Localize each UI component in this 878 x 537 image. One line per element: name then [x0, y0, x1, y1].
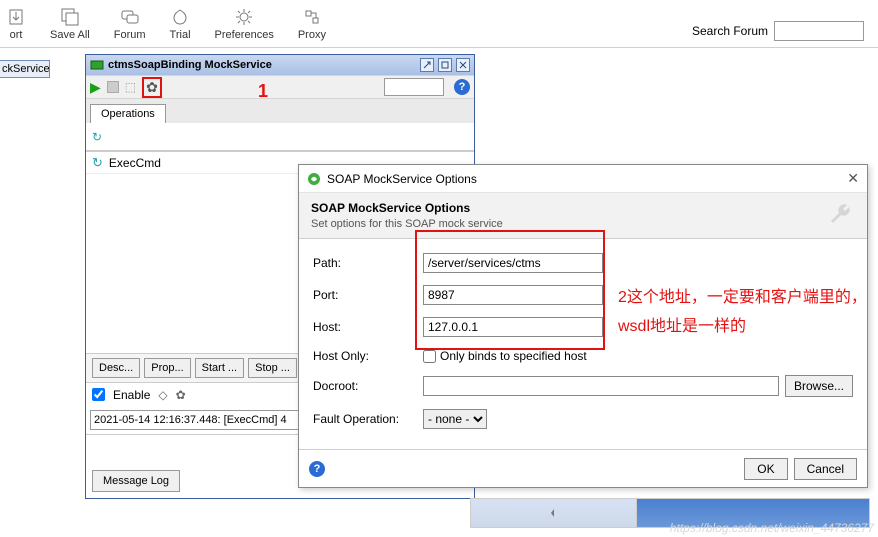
options-button[interactable]: ✿: [142, 77, 162, 98]
hostonly-label: Host Only:: [313, 349, 423, 363]
wrench-icon: [827, 201, 855, 229]
close-button[interactable]: [456, 58, 470, 72]
search-forum: Search Forum: [692, 21, 872, 41]
ok-button[interactable]: OK: [744, 458, 787, 480]
hostonly-text: Only binds to specified host: [440, 349, 587, 363]
hostonly-checkbox[interactable]: [423, 350, 436, 363]
link-icon[interactable]: ⬚: [125, 80, 136, 94]
help-button[interactable]: ?: [454, 79, 470, 95]
filter-input[interactable]: [384, 78, 444, 96]
import-icon: [6, 7, 26, 27]
dialog-subhead: Set options for this SOAP mock service: [311, 218, 827, 230]
ops-toolbar: ↻: [86, 123, 474, 151]
toolbar-trial[interactable]: Trial: [170, 7, 191, 41]
enable-label: Enable: [113, 388, 150, 402]
tree-fragment[interactable]: ckService: [0, 60, 50, 78]
dialog-footer: ? OK Cancel: [299, 449, 867, 487]
maximize-button[interactable]: [438, 58, 452, 72]
port-input[interactable]: [423, 285, 603, 305]
fault-select[interactable]: - none -: [423, 409, 487, 429]
toolbar-proxy[interactable]: Proxy: [298, 7, 326, 41]
forum-icon: [120, 7, 140, 27]
trial-icon: [170, 7, 190, 27]
toolbar-preferences[interactable]: Preferences: [215, 7, 274, 41]
message-log-button[interactable]: Message Log: [92, 470, 180, 492]
prop-button[interactable]: Prop...: [144, 358, 190, 378]
port-label: Port:: [313, 288, 423, 302]
dialog-body: Path: Port: Host: Host Only: Only binds t…: [299, 239, 867, 449]
dialog-header: SOAP MockService Options Set options for…: [299, 193, 867, 239]
refresh-icon: ↻: [92, 155, 103, 171]
dialog-title: SOAP MockService Options: [327, 172, 477, 186]
run-button[interactable]: ▶: [90, 79, 101, 96]
soapui-icon: [307, 172, 321, 186]
desc-button[interactable]: Desc...: [92, 358, 140, 378]
watermark: https://blog.csdn.net/weixin_44736277: [670, 521, 874, 535]
refresh-icon[interactable]: ↻: [92, 130, 102, 144]
annotation-2: 2这个地址，一定要和客户端里的，wsdl地址是一样的: [618, 284, 868, 342]
path-input[interactable]: [423, 253, 603, 273]
annotation-1: 1: [258, 81, 268, 102]
gear-icon: [234, 7, 254, 27]
detach-button[interactable]: [420, 58, 434, 72]
path-label: Path:: [313, 256, 423, 270]
toolbar-save-all[interactable]: Save All: [50, 7, 90, 41]
stop-button[interactable]: Stop ...: [248, 358, 297, 378]
operation-name: ExecCmd: [109, 156, 161, 170]
enable-checkbox[interactable]: [92, 388, 105, 401]
search-label: Search Forum: [692, 24, 768, 38]
dialog-head: SOAP MockService Options: [311, 201, 827, 215]
tabs: Operations: [86, 99, 474, 123]
bottom-seg-left[interactable]: [471, 499, 637, 527]
host-label: Host:: [313, 320, 423, 334]
eraser-icon[interactable]: ◇: [158, 388, 167, 402]
mockservice-toolbar: ▶ ⬚ ✿ ?: [86, 75, 474, 99]
start-button[interactable]: Start ...: [195, 358, 244, 378]
host-input[interactable]: [423, 317, 603, 337]
window-titlebar: ctmsSoapBinding MockService: [86, 55, 474, 75]
cancel-button[interactable]: Cancel: [794, 458, 857, 480]
proxy-icon: [302, 7, 322, 27]
browse-button[interactable]: Browse...: [785, 375, 853, 397]
docroot-label: Docroot:: [313, 379, 423, 393]
toolbar-forum[interactable]: Forum: [114, 7, 146, 41]
fault-label: Fault Operation:: [313, 412, 423, 426]
docroot-input[interactable]: [423, 376, 779, 396]
close-icon[interactable]: ✕: [847, 170, 859, 187]
dialog-titlebar: SOAP MockService Options ✕: [299, 165, 867, 193]
toolbar-import[interactable]: ort: [6, 7, 26, 41]
tab-operations[interactable]: Operations: [90, 104, 166, 123]
mockservice-icon: [90, 58, 104, 72]
stop-button[interactable]: [107, 81, 119, 93]
settings-icon[interactable]: ✿: [176, 388, 186, 402]
save-all-icon: [60, 7, 80, 27]
window-title: ctmsSoapBinding MockService: [108, 59, 272, 71]
main-toolbar: ort Save All Forum Trial Preferences Pro…: [0, 0, 878, 48]
help-button[interactable]: ?: [309, 461, 325, 477]
search-input[interactable]: [774, 21, 864, 41]
